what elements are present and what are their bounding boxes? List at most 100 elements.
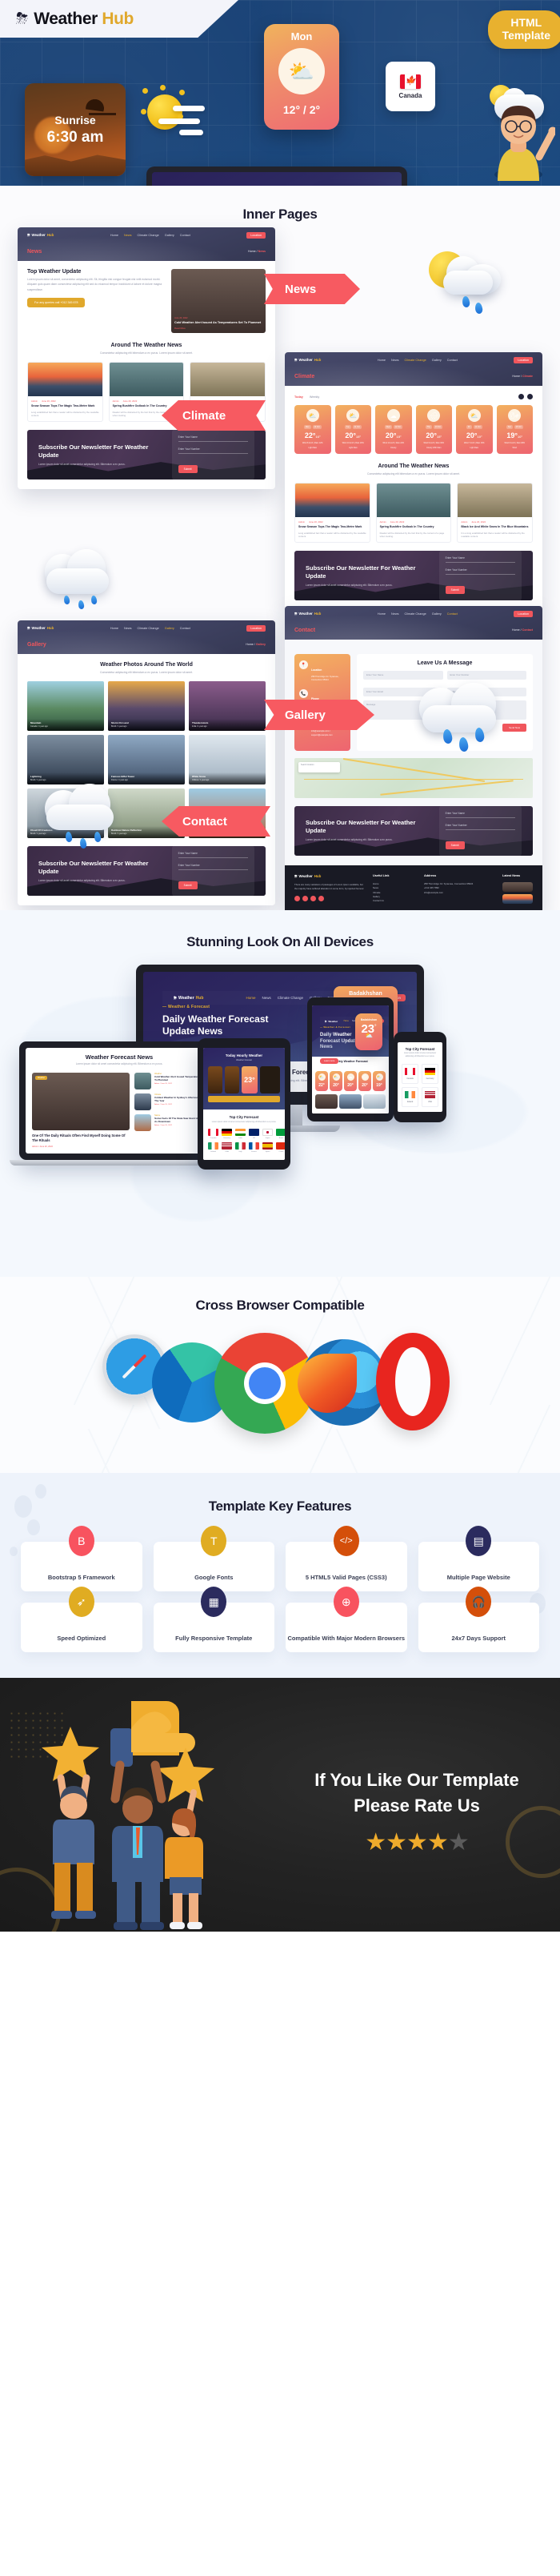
star-filled: ★ xyxy=(386,1828,407,1856)
page-title: Contact xyxy=(294,627,316,633)
tablet-portrait-mockup: Today Hourly Weather Weather forecast 23… xyxy=(198,1038,290,1170)
news-card[interactable]: Admin June 20, 2022 Snow Season Tops The … xyxy=(294,483,370,544)
feature-card[interactable]: T Google Fonts xyxy=(153,1526,274,1591)
forecast-card[interactable]: 🌧 Thu 13 Oct 20°15° Wind 9 km/h | Rain 30… xyxy=(415,405,452,454)
canada-flag-icon: 🍁 xyxy=(400,74,421,89)
tab-today[interactable]: Today xyxy=(294,395,303,399)
star-filled: ★ xyxy=(406,1828,428,1856)
browsers-section: Cross Browser Compatible xyxy=(0,1277,560,1473)
phone-mockup: Top City Forecast Lorem ipsum dolor sit … xyxy=(394,1032,446,1122)
newsletter-number-input[interactable]: Enter Your Number xyxy=(445,568,515,576)
feature-card[interactable]: B Bootstrap 5 Framework xyxy=(21,1526,142,1591)
day-label: Mon xyxy=(290,30,313,42)
location-button[interactable]: Location xyxy=(514,610,533,617)
news-card[interactable]: Admin June 20, 2022 Snow Season Tops The … xyxy=(27,362,103,423)
list-item[interactable]: Climate Coldest Weather In Sydney's After… xyxy=(134,1093,206,1110)
newsletter-submit-button[interactable]: Submit xyxy=(178,465,198,474)
contact-map[interactable]: Search location xyxy=(294,757,533,798)
newsletter-name-input[interactable]: Enter Your Name xyxy=(445,812,515,818)
map-pin-icon: 📍 xyxy=(299,660,308,669)
news-card[interactable]: AdminJune 20, 2022 Black Ice And White S… xyxy=(457,483,534,544)
hero-section: ⛈ Weather Hub HTML Template Sunrise 6:30… xyxy=(0,0,560,186)
day-forecast-card: Mon ⛅ 12° / 2° xyxy=(264,24,339,130)
newsletter-number-input[interactable]: Enter Your Number xyxy=(445,824,515,830)
sun-behind-cloud-icon: ⛅ xyxy=(278,48,325,94)
feature-card[interactable]: ➶ Speed Optimized xyxy=(21,1587,142,1652)
page-title: News xyxy=(27,248,42,255)
newsletter-submit-button[interactable]: Submit xyxy=(178,881,198,890)
contact-number-input[interactable]: Enter Your Number xyxy=(446,671,526,680)
newsletter-name-input[interactable]: Enter Your Name xyxy=(445,556,515,564)
rocket-icon: ➶ xyxy=(68,1587,94,1617)
feature-card[interactable]: ▤ Multiple Page Website xyxy=(418,1526,539,1591)
page-title: Climate xyxy=(294,373,315,379)
html-template-badge: HTML Template xyxy=(487,10,560,50)
news-page-mockup[interactable]: ⛈ Weather Hub Home News Climate Change Galle… xyxy=(18,227,275,490)
html-file-icon: </> xyxy=(333,1526,359,1556)
newsletter-number-input[interactable]: Enter Your Number xyxy=(178,447,248,455)
forecast-card[interactable]: ⛅ Tue 11 Oct 20°15° Wind 10 km/h | Rain 1… xyxy=(334,405,371,454)
sunrise-widget-card: Sunrise 6:30 am xyxy=(25,83,126,176)
location-button[interactable]: Location xyxy=(246,231,266,239)
country-label: Canada xyxy=(398,91,422,99)
rate-us-section: If You Like Our Template Please Rate Us ★… xyxy=(0,1678,560,1932)
forecast-row: ⛅ Mon 10 Oct 22°16° Wind 8 km/h | Rain 12… xyxy=(294,405,533,454)
feature-card[interactable]: </> 5 HTML5 Valid Pages (CSS3) xyxy=(286,1526,407,1591)
star-filled: ★ xyxy=(365,1828,386,1856)
sun-cloud-rain-icon xyxy=(424,247,512,320)
forecast-card[interactable]: ⛅ Fri 14 Oct 20°10° Wind 7 km/h | Rain 16… xyxy=(456,405,493,454)
call-cta-button[interactable]: For any queries call +012 345 678 xyxy=(27,298,86,308)
newsletter-number-input[interactable]: Enter Your Number xyxy=(178,864,248,871)
gallery-item[interactable]: Storm On Land Brazil / 1 year ago xyxy=(108,681,185,732)
browser-window-icon: ▤ xyxy=(466,1526,492,1556)
hero-laptop-mockup: ⛈WeatherHub Home News Climate Change Gal… xyxy=(146,167,407,186)
list-item[interactable]: Nature Some Facts Of The State Saw Giant … xyxy=(134,1113,206,1131)
cloud-heavy-rain-icon xyxy=(416,680,510,760)
devices-section: Stunning Look On All Devices ⛈ Weather Hub… xyxy=(0,910,560,1277)
feature-card[interactable]: ⊕ Compatible With Major Modern Browsers xyxy=(286,1587,407,1652)
gallery-item[interactable]: Thunderstorm India / 1 year ago xyxy=(189,681,266,732)
country-flag-grid: Canada Germany India UK Japan Brazil Ire… xyxy=(208,1129,285,1153)
cloud-rain-icon xyxy=(40,780,130,857)
contact-name-input[interactable]: Enter Your Name xyxy=(363,671,443,680)
ribbon-climate: Climate xyxy=(162,400,266,431)
forecast-card[interactable]: 🌬 Sat 15 Oct 19°10° Wind 6 km/h | Rain 08… xyxy=(496,405,533,454)
climate-page-mockup[interactable]: ⛈ Weather Hub Home News Climate Change Galle… xyxy=(285,352,542,611)
day-temperature: 12° / 2° xyxy=(282,103,321,116)
badge-line-2: Template xyxy=(502,28,550,42)
gallery-item[interactable]: White Snow Chillout / 1 year ago xyxy=(189,735,266,785)
gallery-page-mockup[interactable]: ⛈ Weather Hub Home News Climate Change Galle… xyxy=(18,620,275,906)
gallery-item[interactable]: Mountain Canada / 1 year ago xyxy=(27,681,104,732)
ribbon-gallery: Gallery xyxy=(264,700,374,730)
feature-card[interactable]: ▦ Fully Responsive Template xyxy=(153,1587,274,1652)
map-search-input[interactable]: Search location xyxy=(298,761,340,772)
firefox-icon xyxy=(298,1339,387,1426)
rating-stars[interactable]: ★★★★★ xyxy=(293,1828,541,1856)
gallery-item[interactable]: Lightning Brazil / 1 year ago xyxy=(27,735,104,785)
ribbon-contact: Contact xyxy=(162,806,270,837)
location-button[interactable]: Location xyxy=(246,624,266,632)
inner-pages-title: Inner Pages xyxy=(242,207,318,222)
inner-pages-row-2: ⛈ Weather Hub Home News Climate Change Galle… xyxy=(0,606,560,913)
news-card[interactable]: Admin June 20, 2022 Spring Bushfire Outlo… xyxy=(375,483,452,544)
feature-card[interactable]: 🎧 24x7 Days Support xyxy=(418,1587,539,1652)
newsletter-banner: Subscribe Our Newsletter For Weather Upd… xyxy=(27,430,266,480)
newsletter-submit-button[interactable]: Submit xyxy=(445,841,465,849)
list-item[interactable]: Weather Cold Weather Alert Issued Tempera… xyxy=(134,1072,206,1089)
social-links[interactable] xyxy=(294,895,365,901)
star-empty: ★ xyxy=(447,1828,470,1856)
brand-logo: ⛈ Weather Hub xyxy=(0,0,238,38)
phone-icon: 📞 xyxy=(299,689,308,699)
newsletter-name-input[interactable]: Enter Your Name xyxy=(178,852,248,859)
newsletter-submit-button[interactable]: Submit xyxy=(445,586,465,595)
sunrise-time: 6:30 am xyxy=(46,128,104,146)
forecast-card[interactable]: ⛅ Mon 10 Oct 22°16° Wind 8 km/h | Rain 12… xyxy=(294,405,331,454)
location-button[interactable]: Location xyxy=(514,356,533,363)
forecast-card[interactable]: ☁ Wed 12 Oct 20°15° Wind 11 km/h | Rain 2… xyxy=(375,405,412,454)
site-footer: ⛈ Weather Hub There are many variations of… xyxy=(285,865,542,913)
gallery-item[interactable]: Famous Eiffel Tower France / 1 year ago xyxy=(108,735,185,785)
newsletter-banner: Subscribe Our Newsletter For Weather Upd… xyxy=(294,551,533,601)
newsletter-name-input[interactable]: Enter Your Name xyxy=(178,435,248,443)
tab-weekly[interactable]: Weekly xyxy=(310,395,319,399)
font-icon: T xyxy=(201,1526,227,1556)
